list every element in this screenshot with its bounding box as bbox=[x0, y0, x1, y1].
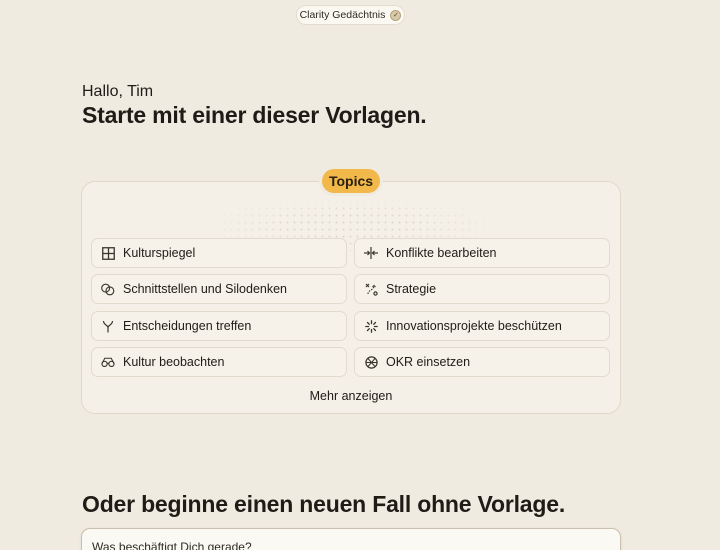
topic-label: Entscheidungen treffen bbox=[123, 319, 252, 333]
page-title: Starte mit einer dieser Vorlagen. bbox=[82, 102, 427, 128]
topic-kulturspiegel[interactable]: Kulturspiegel bbox=[91, 238, 347, 268]
check-circle-icon: ✓ bbox=[390, 9, 402, 21]
topic-kultur-beobachten[interactable]: Kultur beobachten bbox=[91, 347, 347, 377]
topic-label: Konflikte bearbeiten bbox=[386, 246, 497, 260]
topic-okr-einsetzen[interactable]: OKR einsetzen bbox=[354, 347, 610, 377]
topic-entscheidungen[interactable]: Entscheidungen treffen bbox=[91, 311, 347, 341]
topic-label: Schnittstellen und Silodenken bbox=[123, 282, 288, 296]
topic-schnittstellen[interactable]: Schnittstellen und Silodenken bbox=[91, 274, 347, 304]
topic-label: Kulturspiegel bbox=[123, 246, 196, 260]
overlap-circles-icon bbox=[101, 282, 115, 296]
new-case-heading: Oder beginne einen neuen Fall ohne Vorla… bbox=[82, 491, 566, 517]
glasses-icon bbox=[101, 355, 115, 369]
converge-arrows-icon bbox=[364, 246, 378, 260]
topic-konflikte-bearbeiten[interactable]: Konflikte bearbeiten bbox=[354, 238, 610, 268]
topic-label: Innovationsprojekte beschützen bbox=[386, 319, 562, 333]
topic-innovationsprojekte[interactable]: Innovationsprojekte beschützen bbox=[354, 311, 610, 341]
target-icon bbox=[364, 355, 378, 369]
new-case-box bbox=[81, 528, 621, 550]
show-more-link[interactable]: Mehr anzeigen bbox=[300, 389, 402, 407]
grid-icon bbox=[101, 246, 115, 260]
fork-icon bbox=[101, 319, 115, 333]
memory-toggle[interactable]: Clarity Gedächtnis ✓ bbox=[296, 5, 405, 25]
memory-label: Clarity Gedächtnis bbox=[299, 9, 386, 21]
topics-badge: Topics bbox=[322, 169, 380, 193]
topic-strategie[interactable]: Strategie bbox=[354, 274, 610, 304]
new-case-input[interactable] bbox=[92, 540, 612, 550]
greeting: Hallo, Tim bbox=[82, 83, 154, 100]
topic-label: Strategie bbox=[386, 282, 437, 296]
topic-label: OKR einsetzen bbox=[386, 355, 471, 369]
topic-label: Kultur beobachten bbox=[123, 355, 225, 369]
strategy-icon bbox=[364, 282, 378, 296]
spark-icon bbox=[364, 319, 378, 333]
